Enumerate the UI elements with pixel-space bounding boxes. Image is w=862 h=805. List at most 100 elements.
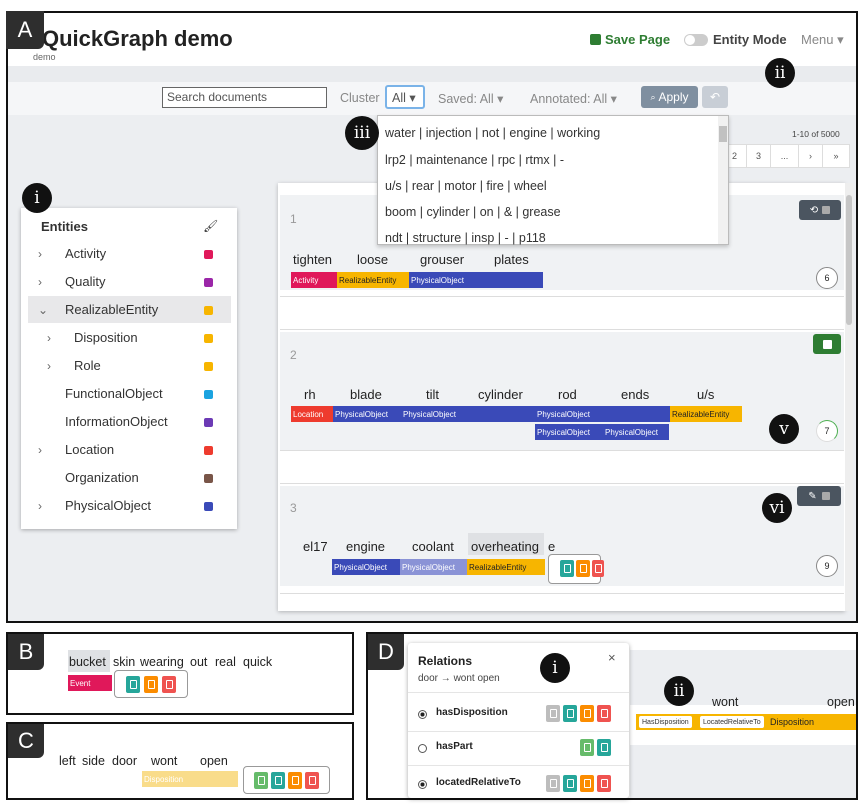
token[interactable]: overheating: [471, 539, 539, 554]
doc-3-actions[interactable]: ✎: [797, 486, 841, 506]
entity-tag-physical[interactable]: PhysicalObject: [333, 406, 401, 422]
delete-button[interactable]: [305, 772, 319, 789]
entity-tag-physical[interactable]: PhysicalObject: [409, 272, 543, 288]
copy-button[interactable]: [288, 772, 302, 789]
token[interactable]: real: [215, 655, 236, 669]
token[interactable]: plates: [494, 252, 529, 267]
token[interactable]: bucket: [69, 655, 106, 669]
token[interactable]: open: [827, 695, 855, 709]
token[interactable]: rh: [304, 387, 316, 402]
accept-all-button[interactable]: [597, 739, 611, 756]
token[interactable]: rod: [558, 387, 577, 402]
entity-tag-physical[interactable]: PhysicalObject: [535, 406, 670, 422]
chevron-down-icon[interactable]: ⌄: [38, 303, 48, 317]
sidebar-item-realizableentity[interactable]: RealizableEntity: [65, 302, 158, 317]
accept-button[interactable]: [126, 676, 140, 693]
cluster-option[interactable]: lrp2 | maintenance | rpc | rtmx | -: [385, 153, 564, 167]
copy-button[interactable]: [576, 560, 590, 577]
token[interactable]: grouser: [420, 252, 464, 267]
chevron-right-icon[interactable]: ›: [38, 443, 42, 457]
chevron-right-icon[interactable]: ›: [38, 275, 42, 289]
entity-tag-physical[interactable]: PhysicalObject: [603, 424, 669, 440]
accept-button[interactable]: [560, 560, 574, 577]
accept-button[interactable]: [580, 739, 594, 756]
entity-tag-activity[interactable]: Activity: [291, 272, 337, 288]
brush-icon[interactable]: 🖌: [203, 219, 218, 233]
relation-tag-locatedrelativeto[interactable]: LocatedRelativeTo: [700, 716, 764, 728]
cluster-option[interactable]: boom | cylinder | on | & | grease: [385, 205, 561, 219]
entity-tag-disposition[interactable]: Disposition: [142, 771, 238, 787]
token[interactable]: cylinder: [478, 387, 523, 402]
token[interactable]: wont: [712, 695, 738, 709]
page-next[interactable]: ›: [799, 145, 823, 167]
sidebar-item-activity[interactable]: Activity: [65, 246, 106, 261]
token[interactable]: skin: [113, 655, 135, 669]
token[interactable]: engine: [346, 539, 385, 554]
dropdown-scrollbar-thumb[interactable]: [719, 126, 727, 142]
scrollbar-thumb[interactable]: [846, 195, 852, 325]
accept-all-button[interactable]: [271, 772, 285, 789]
accept-button[interactable]: [254, 772, 268, 789]
accept-button[interactable]: [546, 775, 560, 792]
copy-button[interactable]: [580, 775, 594, 792]
token[interactable]: blade: [350, 387, 382, 402]
token[interactable]: wearing: [140, 655, 184, 669]
menu-button[interactable]: Menu ▾: [801, 32, 844, 48]
page-last[interactable]: »: [823, 145, 849, 167]
entity-tag-physical[interactable]: PhysicalObject: [535, 424, 603, 440]
token[interactable]: ends: [621, 387, 649, 402]
doc-2-save-button[interactable]: [813, 334, 841, 354]
search-input[interactable]: Search documents: [162, 87, 327, 108]
token[interactable]: side: [82, 754, 105, 768]
token[interactable]: el17: [303, 539, 328, 554]
cluster-option[interactable]: water | injection | not | engine | worki…: [385, 126, 600, 140]
relation-radio-haspart[interactable]: [418, 744, 427, 753]
delete-button[interactable]: [597, 705, 611, 722]
sidebar-item-informationobject[interactable]: InformationObject: [65, 414, 168, 429]
relation-tag-hasdisposition[interactable]: HasDisposition: [639, 716, 692, 728]
sidebar-item-role[interactable]: Role: [74, 358, 101, 373]
accept-all-button[interactable]: [563, 705, 577, 722]
cluster-select[interactable]: All ▾: [385, 85, 425, 109]
delete-button[interactable]: [592, 560, 604, 577]
entity-tag-physical[interactable]: PhysicalObject: [400, 559, 467, 575]
entity-tag-location[interactable]: Location: [291, 406, 333, 422]
token[interactable]: tighten: [293, 252, 332, 267]
sidebar-item-disposition[interactable]: Disposition: [74, 330, 138, 345]
token[interactable]: left: [59, 754, 76, 768]
chevron-right-icon[interactable]: ›: [38, 247, 42, 261]
entity-mode-toggle[interactable]: [684, 34, 708, 46]
token[interactable]: u/s: [697, 387, 714, 402]
chevron-right-icon[interactable]: ›: [47, 331, 51, 345]
close-icon[interactable]: ×: [608, 650, 616, 665]
page-3[interactable]: 3: [747, 145, 771, 167]
token[interactable]: wont: [151, 754, 177, 768]
relation-radio-locatedrelativeto[interactable]: [418, 780, 427, 789]
token[interactable]: quick: [243, 655, 272, 669]
token[interactable]: coolant: [412, 539, 454, 554]
token[interactable]: tilt: [426, 387, 439, 402]
save-page-button[interactable]: Save Page: [590, 32, 670, 47]
token[interactable]: out: [190, 655, 207, 669]
token[interactable]: loose: [357, 252, 388, 267]
entity-tag-disposition[interactable]: Disposition: [768, 714, 814, 730]
annotated-filter[interactable]: Annotated: All ▾: [530, 91, 617, 106]
reset-button[interactable]: ↶: [702, 86, 728, 108]
chevron-right-icon[interactable]: ›: [47, 359, 51, 373]
entity-tag-realizable[interactable]: RealizableEntity: [337, 272, 409, 288]
sidebar-item-physicalobject[interactable]: PhysicalObject: [65, 498, 151, 513]
sidebar-item-organization[interactable]: Organization: [65, 470, 139, 485]
doc-1-actions[interactable]: ⟲: [799, 200, 841, 220]
copy-button[interactable]: [580, 705, 594, 722]
cluster-option[interactable]: ndt | structure | insp | - | p118: [385, 231, 546, 245]
sidebar-item-quality[interactable]: Quality: [65, 274, 105, 289]
accept-all-button[interactable]: [563, 775, 577, 792]
chevron-right-icon[interactable]: ›: [38, 499, 42, 513]
token[interactable]: open: [200, 754, 228, 768]
delete-button[interactable]: [162, 676, 176, 693]
pagination[interactable]: 2 3 ... › »: [722, 144, 850, 168]
token[interactable]: e: [548, 539, 555, 554]
sidebar-item-location[interactable]: Location: [65, 442, 114, 457]
relation-radio-hasdisposition[interactable]: [418, 710, 427, 719]
entity-tag-realizable[interactable]: RealizableEntity: [467, 559, 545, 575]
